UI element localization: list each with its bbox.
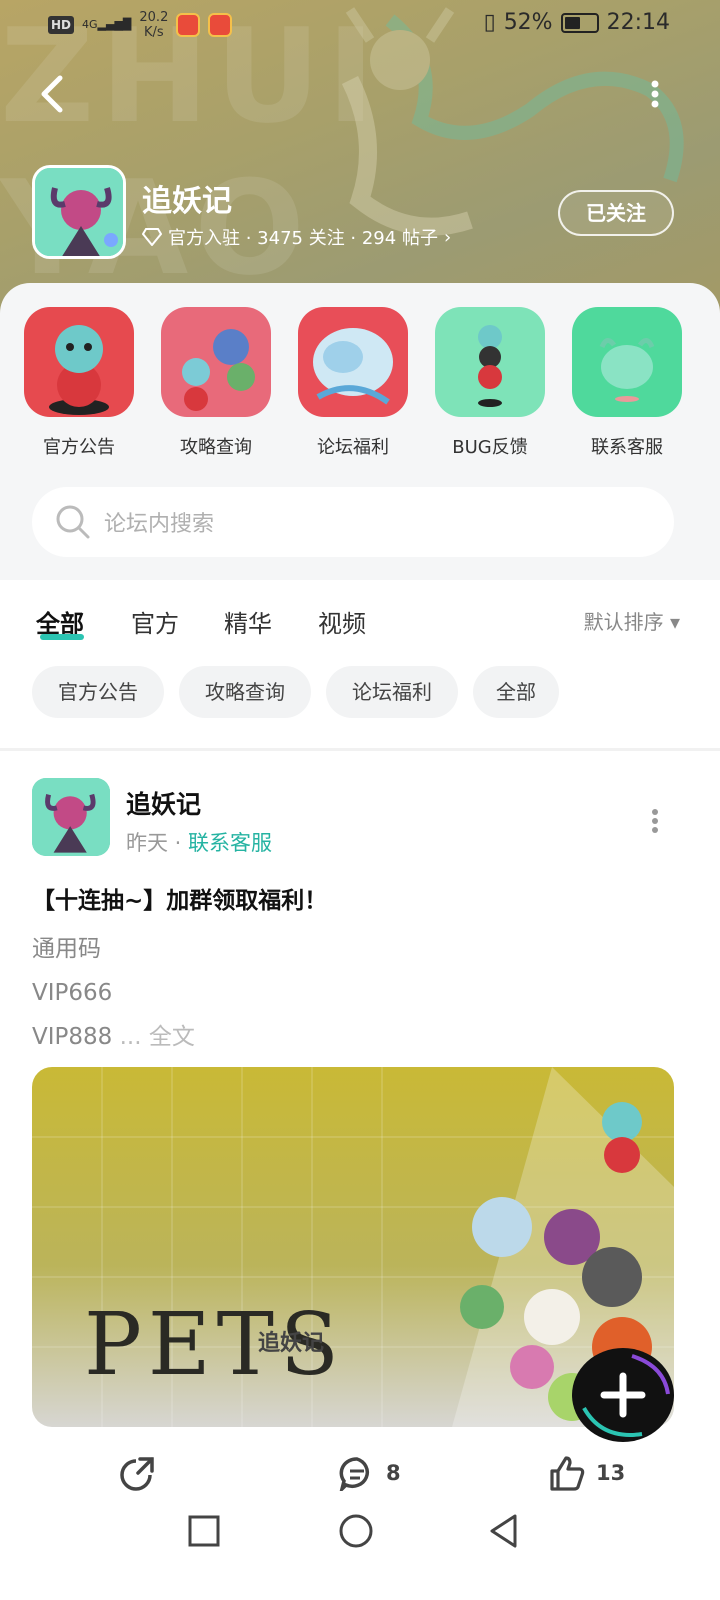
- quick-link-label: 联系客服: [591, 437, 663, 458]
- post-more-icon[interactable]: [645, 806, 665, 836]
- welfare-creature-icon: [298, 307, 408, 417]
- battery-percent: 52%: [503, 10, 553, 35]
- quick-link-customer-service[interactable]: 联系客服: [572, 307, 682, 459]
- back-arrow-icon[interactable]: [34, 72, 74, 116]
- post-author-name[interactable]: 追妖记: [126, 785, 201, 821]
- post-subtitle: 昨天 · 联系客服: [126, 831, 273, 855]
- post-body[interactable]: 通用码 VIP666 VIP888 ... 全文: [32, 927, 195, 1059]
- post-filter-tabs: 全部 官方 精华 视频 默认排序 ▾: [0, 580, 720, 660]
- post-body-line: 通用码: [32, 936, 101, 962]
- search-placeholder: 论坛内搜索: [104, 512, 215, 537]
- notification-app-icon: [176, 13, 201, 37]
- status-bar: HD 4G▂▄▆█ 20.2 K/s ▯ 52% 22:14: [0, 0, 720, 50]
- home-circle-icon[interactable]: [334, 1509, 378, 1553]
- post-body-line: VIP666: [32, 980, 113, 1006]
- follow-button[interactable]: 已关注: [558, 190, 674, 236]
- notification-app-icon: [208, 13, 233, 37]
- post-ellipsis: ...: [112, 1024, 149, 1050]
- chip-all[interactable]: 全部: [473, 666, 559, 718]
- quick-link-label: BUG反馈: [452, 437, 528, 458]
- bug-report-mascot-icon: [435, 307, 545, 417]
- post-category-link[interactable]: 联系客服: [188, 831, 272, 855]
- vibrate-icon: ▯: [483, 10, 496, 35]
- post-body-line: VIP888: [32, 1024, 113, 1050]
- diamond-icon: [142, 228, 162, 246]
- clock: 22:14: [606, 10, 670, 35]
- more-options-icon[interactable]: [640, 72, 670, 116]
- battery-icon: [560, 12, 599, 33]
- back-triangle-icon[interactable]: [482, 1509, 526, 1553]
- forum-header: ZHUI YAO HD 4G▂▄▆█ 20.2K/s ▯ 52% 22:14: [0, 0, 720, 320]
- chip-welfare[interactable]: 论坛福利: [326, 666, 458, 718]
- read-full-link[interactable]: 全文: [149, 1024, 195, 1050]
- comment-icon: [339, 1457, 370, 1491]
- quick-link-guides[interactable]: 攻略查询: [161, 307, 271, 459]
- quick-link-label: 攻略查询: [180, 437, 252, 458]
- like-button[interactable]: 13: [548, 1455, 625, 1491]
- comment-count: 8: [386, 1461, 401, 1485]
- post-time: 昨天: [126, 831, 168, 855]
- quick-link-announcements[interactable]: 官方公告: [24, 307, 134, 459]
- net-speed: 20.2 K/s: [139, 10, 169, 40]
- share-icon: [120, 1457, 154, 1491]
- share-button[interactable]: [118, 1455, 156, 1491]
- recent-apps-square-icon[interactable]: [182, 1509, 226, 1553]
- comment-button[interactable]: 8: [338, 1455, 401, 1491]
- hd-badge: HD: [48, 16, 75, 34]
- post-image-subtitle: 追妖记: [258, 1331, 325, 1356]
- chip-guides[interactable]: 攻略查询: [179, 666, 311, 718]
- search-icon: [56, 505, 90, 539]
- quick-link-label: 官方公告: [43, 437, 115, 458]
- forum-avatar[interactable]: [32, 165, 126, 259]
- quick-link-welfare[interactable]: 论坛福利: [298, 307, 408, 459]
- quick-link-label: 论坛福利: [317, 437, 389, 458]
- thumbs-up-icon: [550, 1456, 585, 1491]
- post-title[interactable]: 【十连抽~】加群领取福利！: [32, 881, 327, 915]
- forum-search-input[interactable]: 论坛内搜索: [32, 487, 674, 557]
- quick-links-panel: 官方公告 攻略查询 论坛福利 BUG反馈 联系客服 论坛内搜索: [0, 283, 720, 580]
- guide-characters-icon: [161, 307, 271, 417]
- customer-service-mascot-icon: [572, 307, 682, 417]
- forum-title: 追妖记: [142, 184, 232, 219]
- like-count: 13: [596, 1461, 626, 1485]
- create-post-button[interactable]: [572, 1348, 674, 1442]
- quick-link-bug-report[interactable]: BUG反馈: [435, 307, 545, 459]
- tab-video[interactable]: 视频: [318, 604, 366, 639]
- category-chips: 官方公告 攻略查询 论坛福利 全部: [0, 660, 720, 748]
- active-tab-indicator: [40, 634, 84, 640]
- post-author-avatar[interactable]: [32, 778, 110, 856]
- announcement-mascot-icon: [24, 307, 134, 417]
- caret-down-icon: ▾: [669, 610, 680, 634]
- signal-icon: 4G▂▄▆█: [82, 18, 132, 31]
- chip-announcements[interactable]: 官方公告: [32, 666, 164, 718]
- tab-featured[interactable]: 精华: [224, 604, 272, 639]
- forum-meta-text: 官方入驻 · 3475 关注 · 294 帖子: [168, 228, 438, 249]
- post-actions: 8 13: [0, 1455, 720, 1495]
- forum-meta[interactable]: 官方入驻 · 3475 关注 · 294 帖子 ›: [142, 224, 451, 250]
- system-navigation-bar: [0, 1495, 720, 1600]
- sort-dropdown[interactable]: 默认排序 ▾: [584, 606, 680, 635]
- chevron-right-icon: ›: [443, 226, 452, 248]
- tab-official[interactable]: 官方: [131, 604, 179, 639]
